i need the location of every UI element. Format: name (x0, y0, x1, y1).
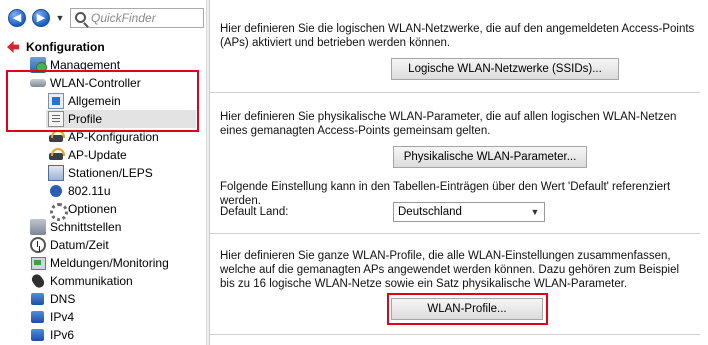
forward-button[interactable]: ▶ (32, 9, 50, 27)
tree-item-ap-update[interactable]: AP-Update (48, 146, 198, 164)
default-land-select[interactable]: Deutschland ▼ (393, 202, 545, 222)
default-land-value: Deutschland (398, 206, 462, 218)
network-icon (30, 291, 46, 307)
network-icon (30, 327, 46, 343)
tree-label: Datum/Zeit (50, 238, 109, 252)
ssid-button[interactable]: Logische WLAN-Netzwerke (SSIDs)... (391, 58, 619, 80)
network-icon (30, 309, 46, 325)
tree-label: Schnittstellen (50, 220, 122, 234)
access-point-icon (48, 147, 65, 163)
tree-label: IPv4 (50, 310, 75, 324)
monitor-icon (30, 255, 46, 271)
highlight-frame-button (387, 293, 548, 325)
physical-params-button[interactable]: Physikalische WLAN-Parameter... (393, 146, 587, 168)
tree-item-stationen-leps[interactable]: Stationen/LEPS (48, 164, 198, 182)
back-arrow-icon (6, 39, 22, 55)
tree-item-meldungen-monitoring[interactable]: Meldungen/Monitoring (30, 254, 204, 272)
highlight-frame-tree (6, 70, 199, 132)
tree-item-ipv4[interactable]: IPv4 (30, 308, 200, 326)
tree-item-80211u[interactable]: 802.11u (48, 182, 198, 200)
interfaces-icon (30, 219, 46, 235)
divider (210, 334, 700, 335)
tree-item-optionen[interactable]: Optionen (48, 200, 198, 221)
ssid-description: Hier definieren Sie die logischen WLAN-N… (220, 23, 695, 49)
tree-label: Meldungen/Monitoring (50, 256, 169, 270)
chevron-down-icon: ▼ (530, 207, 540, 217)
settings-pane: Hier definieren Sie die logischen WLAN-N… (209, 0, 708, 345)
tree-label: AP-Update (68, 148, 127, 162)
navigation-pane: ◀ ▶ ▼ Konfiguration Management WLAN-Cont… (0, 0, 206, 345)
tree-item-schnittstellen[interactable]: Schnittstellen (30, 218, 200, 236)
tree-label: IPv6 (50, 328, 75, 342)
clock-icon (30, 237, 46, 253)
default-land-label: Default Land: (220, 206, 289, 218)
tree-label: DNS (50, 292, 76, 306)
profiles-description: Hier definieren Sie ganze WLAN-Profile, … (220, 250, 680, 290)
tree-label: 802.11u (68, 184, 111, 198)
quickfinder-search[interactable] (70, 8, 204, 28)
tree-item-ipv6[interactable]: IPv6 (30, 326, 200, 344)
tree-label: Stationen/LEPS (68, 166, 153, 180)
globe-icon (48, 183, 64, 199)
tree-item-kommunikation[interactable]: Kommunikation (30, 272, 200, 290)
back-button[interactable]: ◀ (8, 9, 26, 27)
tree-label: Optionen (68, 202, 117, 216)
physical-params-description: Hier definieren Sie physikalische WLAN-P… (220, 111, 677, 137)
phone-icon (30, 273, 46, 289)
search-input[interactable] (91, 10, 201, 26)
divider (210, 233, 700, 234)
history-dropdown-icon[interactable]: ▼ (55, 11, 65, 25)
vertical-scrollbar[interactable] (700, 0, 708, 345)
divider (210, 92, 700, 93)
tree-label: Kommunikation (50, 274, 133, 288)
station-icon (48, 165, 64, 181)
tree-item-dns[interactable]: DNS (30, 290, 200, 308)
tree-item-datum-zeit[interactable]: Datum/Zeit (30, 236, 200, 254)
tree-label: Konfiguration (26, 40, 105, 54)
tree-item-konfiguration[interactable]: Konfiguration (6, 38, 196, 56)
gear-icon (48, 201, 68, 221)
toolbar: ◀ ▶ ▼ (0, 0, 206, 34)
search-icon (75, 12, 86, 23)
